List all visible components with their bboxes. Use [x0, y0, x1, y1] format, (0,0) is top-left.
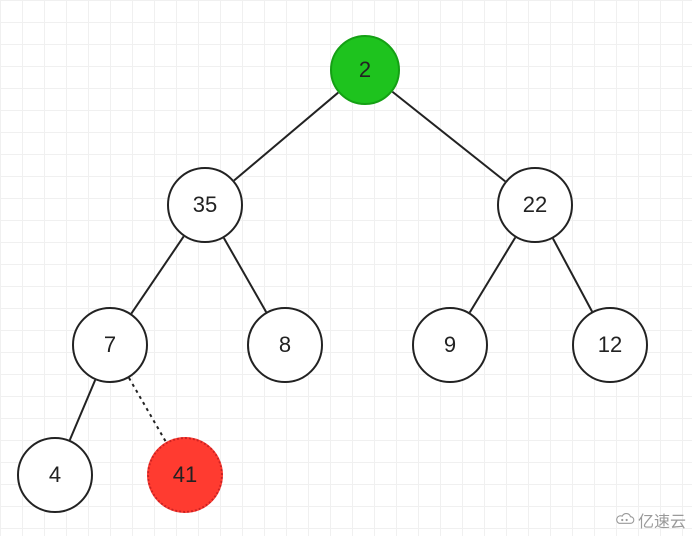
edge-n35-n7: [131, 236, 183, 313]
edge-n22-n9: [470, 237, 516, 312]
diagram-stage: 2 35 22 7 8 9 12 4 41: [0, 0, 692, 536]
tree-node-35: 35: [167, 167, 243, 243]
tree-node-22: 22: [497, 167, 573, 243]
edge-n7-n41: [129, 378, 166, 442]
tree-node-4: 4: [17, 437, 93, 513]
tree-node-41: 41: [147, 437, 223, 513]
edge-root-n22: [392, 92, 505, 182]
edge-n35-n8: [224, 238, 266, 312]
tree-node-7: 7: [72, 307, 148, 383]
watermark-text: 亿速云: [638, 508, 686, 532]
tree-node-8: 8: [247, 307, 323, 383]
watermark: 亿速云: [614, 508, 686, 532]
tree-node-2: 2: [330, 35, 400, 105]
tree-node-12: 12: [572, 307, 648, 383]
edge-n22-n12: [553, 238, 592, 311]
edge-n7-n4: [70, 380, 95, 440]
cloud-icon: [614, 512, 636, 528]
tree-node-9: 9: [412, 307, 488, 383]
edge-root-n35: [234, 93, 338, 181]
